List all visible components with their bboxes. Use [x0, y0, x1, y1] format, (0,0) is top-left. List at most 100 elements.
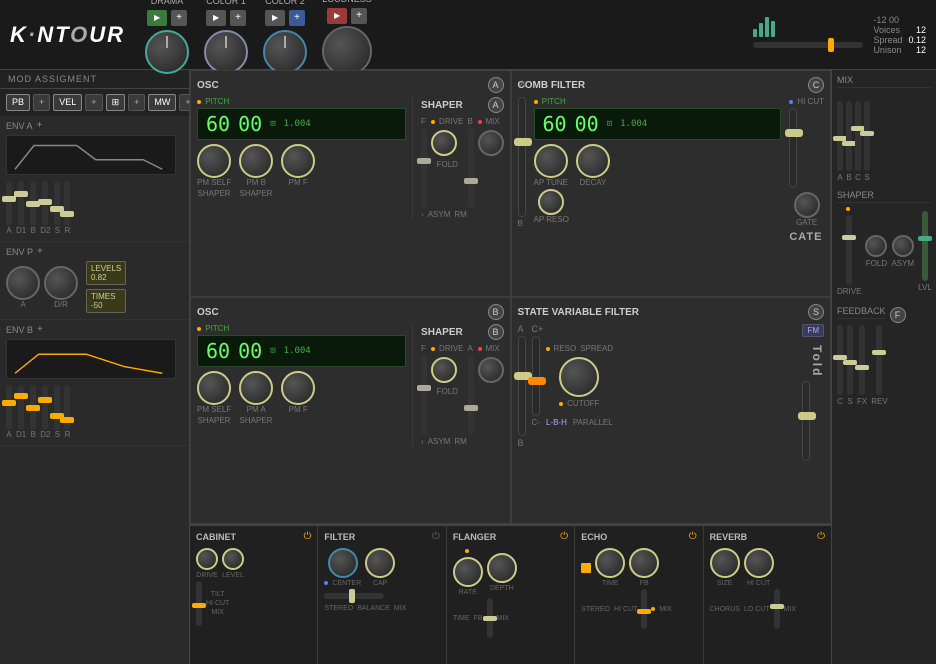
- shaper-fold-knob[interactable]: [865, 235, 887, 257]
- shaper-a-fold-knob[interactable]: [431, 130, 457, 156]
- osc-b-pm-a-knob[interactable]: [239, 371, 273, 405]
- reverb-hicut-knob[interactable]: [744, 548, 774, 578]
- env-a-vslider-a[interactable]: [6, 181, 12, 226]
- filter-mix-label: MIX: [394, 605, 406, 612]
- svf-reso-slider[interactable]: [532, 336, 540, 416]
- mod-vel-button[interactable]: VEL: [53, 94, 82, 111]
- env-b-plus-button[interactable]: +: [37, 324, 43, 335]
- mod-plus3-button[interactable]: +: [128, 94, 145, 111]
- env-a-vslider-d2[interactable]: [42, 181, 48, 226]
- osc-a-pitch-display[interactable]: 60 00 ⊡ 1.004: [197, 108, 406, 140]
- cabinet-drive-knob[interactable]: [196, 548, 218, 570]
- reverb-size-knob[interactable]: [710, 548, 740, 578]
- comb-decay-knob[interactable]: [576, 144, 610, 178]
- loudness-add-button[interactable]: +: [351, 8, 367, 24]
- feedback-c-track[interactable]: [837, 325, 843, 395]
- mix-slider-b-track[interactable]: [846, 101, 852, 171]
- drama-add-button[interactable]: +: [171, 10, 187, 26]
- env-p-dr-knob-ctrl[interactable]: [44, 266, 78, 300]
- mod-pb-button[interactable]: PB: [6, 94, 30, 111]
- shaper-b-bottom: › ASYM RM: [421, 437, 503, 446]
- mix-slider-a-track[interactable]: [837, 101, 843, 171]
- echo-time-knob[interactable]: [595, 548, 625, 578]
- env-a-vslider-s[interactable]: [54, 181, 60, 226]
- mod-plus2-button[interactable]: +: [85, 94, 102, 111]
- env-b-vslider-a[interactable]: [6, 385, 12, 430]
- shaper-b-a-slider[interactable]: [468, 355, 474, 435]
- shaper-drive-track[interactable]: [846, 215, 852, 285]
- shaper-lvl-track[interactable]: [922, 211, 928, 281]
- reverb-power-button[interactable]: ⏻: [817, 531, 825, 542]
- env-p-plus-button[interactable]: +: [37, 246, 43, 257]
- osc-a-pm-b-knob[interactable]: [239, 144, 273, 178]
- osc-b-pm-self-knob[interactable]: [197, 371, 231, 405]
- color2-play-button[interactable]: ▶: [265, 10, 285, 26]
- color1-play-button[interactable]: ▶: [206, 10, 226, 26]
- shaper-a-f-slider[interactable]: [421, 128, 427, 208]
- shaper-b-f-slider[interactable]: [421, 355, 427, 435]
- env-a-vslider-r[interactable]: [64, 181, 70, 226]
- comb-pitch-display[interactable]: 60 00 ⊡ 1.004: [534, 108, 782, 140]
- shaper-a-mix-knob[interactable]: [478, 130, 504, 156]
- flanger-depth-knob[interactable]: [487, 553, 517, 583]
- filter-cap-knob[interactable]: [365, 548, 395, 578]
- shaper-asym-knob[interactable]: [892, 235, 914, 257]
- loudness-knob[interactable]: [322, 26, 372, 76]
- filter-power-button[interactable]: ⏻: [432, 531, 440, 542]
- feedback-fx-track[interactable]: [859, 325, 865, 395]
- osc-b-pitch-display[interactable]: 60 00 ⊡ 1.004: [197, 335, 406, 367]
- env-b-vslider-b[interactable]: [30, 385, 36, 430]
- shaper-b-mix-knob[interactable]: [478, 357, 504, 383]
- loudness-play-button[interactable]: ▶: [327, 8, 347, 24]
- flanger-power-button[interactable]: ⏻: [560, 531, 568, 542]
- env-b-vslider-d2[interactable]: [42, 385, 48, 430]
- mod-plus1-button[interactable]: +: [33, 94, 50, 111]
- env-b-vslider-d1[interactable]: [18, 385, 24, 430]
- env-b-vslider-r[interactable]: [64, 385, 70, 430]
- times-value[interactable]: -50: [91, 301, 121, 310]
- feedback-s-track[interactable]: [847, 325, 853, 395]
- filter-stereo-slider[interactable]: [324, 593, 384, 599]
- shaper-b-fold-knob[interactable]: [431, 357, 457, 383]
- color1-add-button[interactable]: +: [230, 10, 246, 26]
- flanger-rate-knob[interactable]: [453, 557, 483, 587]
- mod-grid-button[interactable]: ⊞: [106, 94, 126, 111]
- levels-value[interactable]: 0.82: [91, 273, 121, 282]
- comb-pitch-slider[interactable]: [518, 97, 526, 217]
- cabinet-level-knob[interactable]: [222, 548, 244, 570]
- cabinet-vslider[interactable]: [196, 581, 202, 626]
- color2-knob[interactable]: [263, 30, 307, 74]
- osc-a-pm-self-knob[interactable]: [197, 144, 231, 178]
- svf-cutoff-knob[interactable]: [559, 357, 599, 397]
- shaper-a-b-slider[interactable]: [468, 128, 474, 208]
- env-b-vslider-s[interactable]: [54, 385, 60, 430]
- feedback-rev-track[interactable]: [876, 325, 882, 395]
- echo-power-button[interactable]: ⏻: [689, 531, 697, 542]
- reverb-mix-slider[interactable]: [774, 589, 780, 629]
- osc-a-pm-f-knob[interactable]: [281, 144, 315, 178]
- drama-play-button[interactable]: ▶: [147, 10, 167, 26]
- env-a-vslider-d1[interactable]: [18, 181, 24, 226]
- color2-add-button[interactable]: +: [289, 10, 305, 26]
- comb-ap-reso-knob[interactable]: [538, 189, 564, 215]
- mod-mw-button[interactable]: MW: [148, 94, 176, 111]
- svf-a-slider[interactable]: [518, 336, 526, 436]
- comb-gate-knob[interactable]: [794, 192, 820, 218]
- flanger-mix-slider[interactable]: [487, 598, 493, 638]
- cabinet-power-button[interactable]: ⏻: [303, 531, 311, 542]
- filter-center-knob[interactable]: [328, 548, 358, 578]
- comb-ap-tune-knob[interactable]: [534, 144, 568, 178]
- echo-mix-slider[interactable]: [641, 589, 647, 629]
- env-p-a-knob-ctrl[interactable]: [6, 266, 40, 300]
- echo-fb-knob[interactable]: [629, 548, 659, 578]
- drama-knob[interactable]: [145, 30, 189, 74]
- env-a-vslider-b[interactable]: [30, 181, 36, 226]
- color1-knob[interactable]: [204, 30, 248, 74]
- env-a-plus-button[interactable]: +: [37, 120, 43, 131]
- mix-slider-c-track[interactable]: [855, 101, 861, 171]
- svf-right-slider[interactable]: [802, 381, 810, 461]
- comb-hicut-slider[interactable]: [789, 108, 797, 188]
- mix-slider-s-track[interactable]: [864, 101, 870, 171]
- osc-b-pm-f-knob[interactable]: [281, 371, 315, 405]
- spread-slider[interactable]: [753, 42, 863, 48]
